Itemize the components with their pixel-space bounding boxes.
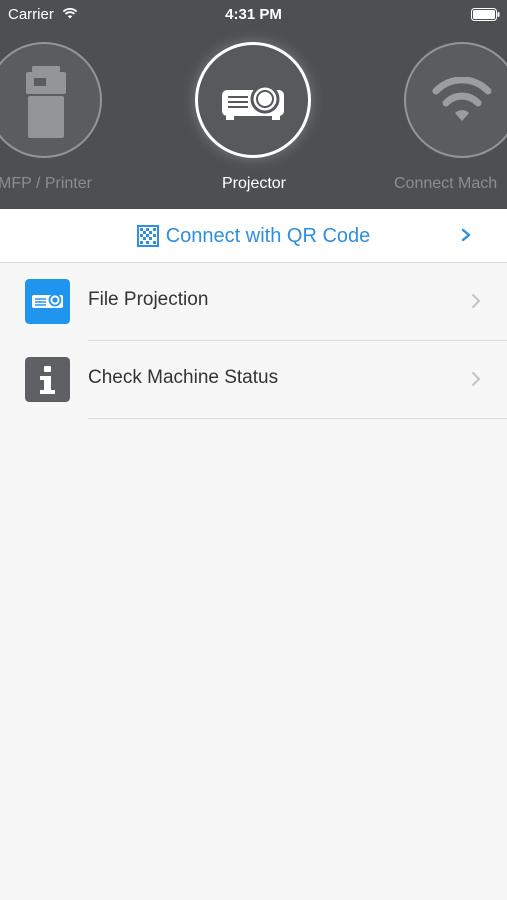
mode-mfp-printer[interactable]: MFP / Printer <box>0 42 104 202</box>
status-bar: Carrier 4:31 PM <box>0 0 507 30</box>
connect-qr-code-label: Connect with QR Code <box>165 224 371 247</box>
connect-qr-code-row[interactable]: Connect with QR Code <box>0 209 507 263</box>
mode-circle <box>0 42 102 158</box>
info-icon <box>25 357 70 402</box>
chevron-right-icon <box>472 372 480 386</box>
mode-selector-header: Carrier 4:31 PM MFP / Printer Projector … <box>0 0 507 209</box>
list-divider <box>88 418 507 419</box>
printer-icon <box>26 66 66 138</box>
mode-circle <box>195 42 311 158</box>
chevron-right-icon <box>461 228 471 242</box>
menu-item-label: Check Machine Status <box>88 367 279 388</box>
wifi-icon <box>432 77 492 121</box>
mode-connect-machine[interactable]: Connect Mach <box>394 42 507 202</box>
mode-projector[interactable]: Projector <box>195 42 313 202</box>
menu-item-check-machine-status[interactable]: Check Machine Status <box>0 341 507 419</box>
projector-icon <box>222 84 284 120</box>
mode-label: Projector <box>221 175 287 192</box>
projector-icon <box>25 279 70 324</box>
menu-item-label: File Projection <box>88 289 209 310</box>
mode-label: Connect Mach <box>394 175 498 192</box>
clock: 4:31 PM <box>225 6 282 23</box>
mode-circle <box>404 42 507 158</box>
qr-code-icon <box>136 225 159 247</box>
mode-label: MFP / Printer <box>0 175 92 192</box>
chevron-right-icon <box>472 294 480 308</box>
menu-item-file-projection[interactable]: File Projection <box>0 263 507 341</box>
battery-icon <box>471 8 500 21</box>
